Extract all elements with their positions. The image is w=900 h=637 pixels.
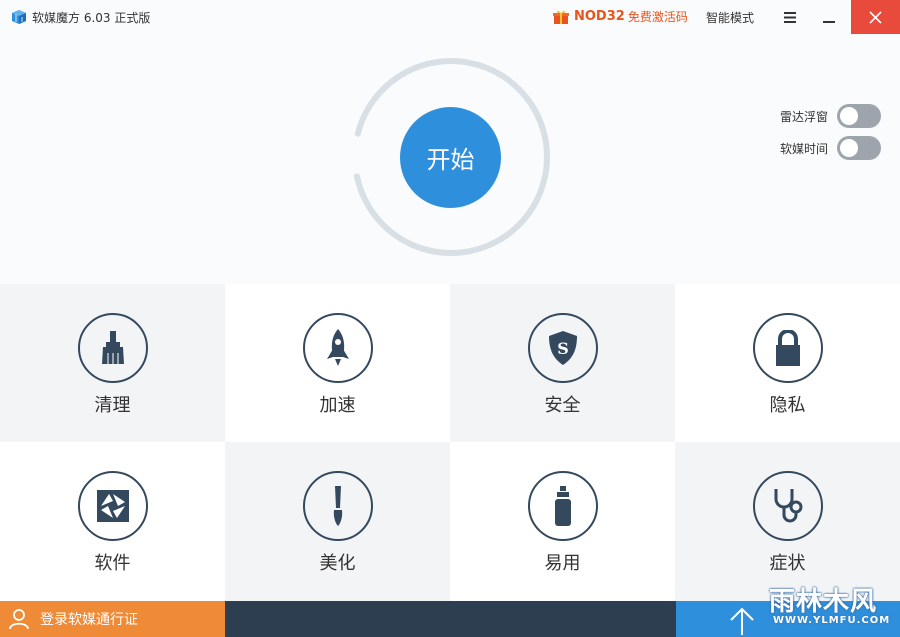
start-button[interactable]: 开始	[400, 107, 501, 208]
ruanmei-time-toggle-row: 软媒时间	[780, 136, 881, 160]
watermark-logo: 雨林木风 WWW.YLMFU.COM	[763, 575, 891, 631]
tile-label: 软件	[94, 553, 131, 574]
radar-float-toggle[interactable]	[837, 104, 881, 128]
radar-float-label: 雷达浮窗	[780, 109, 829, 124]
minimize-icon	[823, 21, 835, 23]
login-label: 登录软媒通行证	[40, 612, 138, 628]
promo-free-code-text: 免费激活码	[627, 10, 688, 24]
login-button[interactable]: 登录软媒通行证	[0, 601, 225, 637]
minimize-button[interactable]	[814, 0, 844, 34]
ruanmei-time-toggle[interactable]	[837, 136, 881, 160]
top-panel: 开始 雷达浮窗 软媒时间	[0, 34, 900, 284]
toggle-knob	[840, 139, 858, 157]
tile-privacy[interactable]: 隐私	[675, 284, 900, 442]
paintbrush-icon	[302, 471, 373, 541]
tile-label: 加速	[319, 395, 356, 416]
tile-software[interactable]: 软件	[0, 442, 225, 601]
tile-beautify[interactable]: 美化	[225, 442, 450, 601]
lock-icon	[752, 313, 823, 383]
cube-logo-icon	[12, 10, 26, 24]
tile-label: 症状	[769, 553, 806, 574]
tile-security[interactable]: S 安全	[450, 284, 675, 442]
stethoscope-icon	[752, 471, 823, 541]
promo-nod32-text: NOD32	[574, 9, 625, 24]
shield-icon: S	[527, 313, 598, 383]
tile-usability[interactable]: 易用	[450, 442, 675, 601]
tile-label: 清理	[94, 395, 131, 416]
tile-label: 美化	[319, 553, 356, 574]
tile-label: 隐私	[769, 395, 806, 416]
radar-float-toggle-row: 雷达浮窗	[780, 104, 881, 128]
svg-text:S: S	[557, 339, 569, 358]
watermark-title: 雨林木风	[769, 587, 878, 617]
tile-clean[interactable]: 清理	[0, 284, 225, 442]
nod32-promo-link[interactable]: NOD32 免费激活码	[553, 8, 688, 25]
arrow-up-icon[interactable]	[726, 603, 758, 635]
bottle-icon	[527, 471, 598, 541]
app-title: 软媒魔方 6.03 正式版	[32, 11, 151, 25]
feature-grid: 清理 加速 S 安全 隐私 软件 美化 易用 症状	[0, 284, 900, 601]
aperture-icon	[77, 471, 148, 541]
watermark-url: WWW.YLMFU.COM	[773, 615, 891, 626]
user-icon	[9, 609, 29, 630]
toggle-knob	[840, 107, 858, 125]
menu-button[interactable]	[775, 0, 805, 34]
close-button[interactable]	[851, 0, 900, 34]
smart-mode-button[interactable]: 智能模式	[706, 9, 754, 26]
title-bar: 软媒魔方 6.03 正式版 NOD32 免费激活码 智能模式	[0, 0, 900, 34]
close-icon	[869, 10, 882, 24]
menu-icon	[784, 11, 796, 23]
tile-label: 安全	[544, 395, 581, 416]
ruanmei-time-label: 软媒时间	[780, 141, 829, 156]
tile-speedup[interactable]: 加速	[225, 284, 450, 442]
tile-label: 易用	[544, 553, 581, 574]
broom-icon	[77, 313, 148, 383]
rocket-icon	[302, 313, 373, 383]
gift-icon	[553, 10, 569, 24]
